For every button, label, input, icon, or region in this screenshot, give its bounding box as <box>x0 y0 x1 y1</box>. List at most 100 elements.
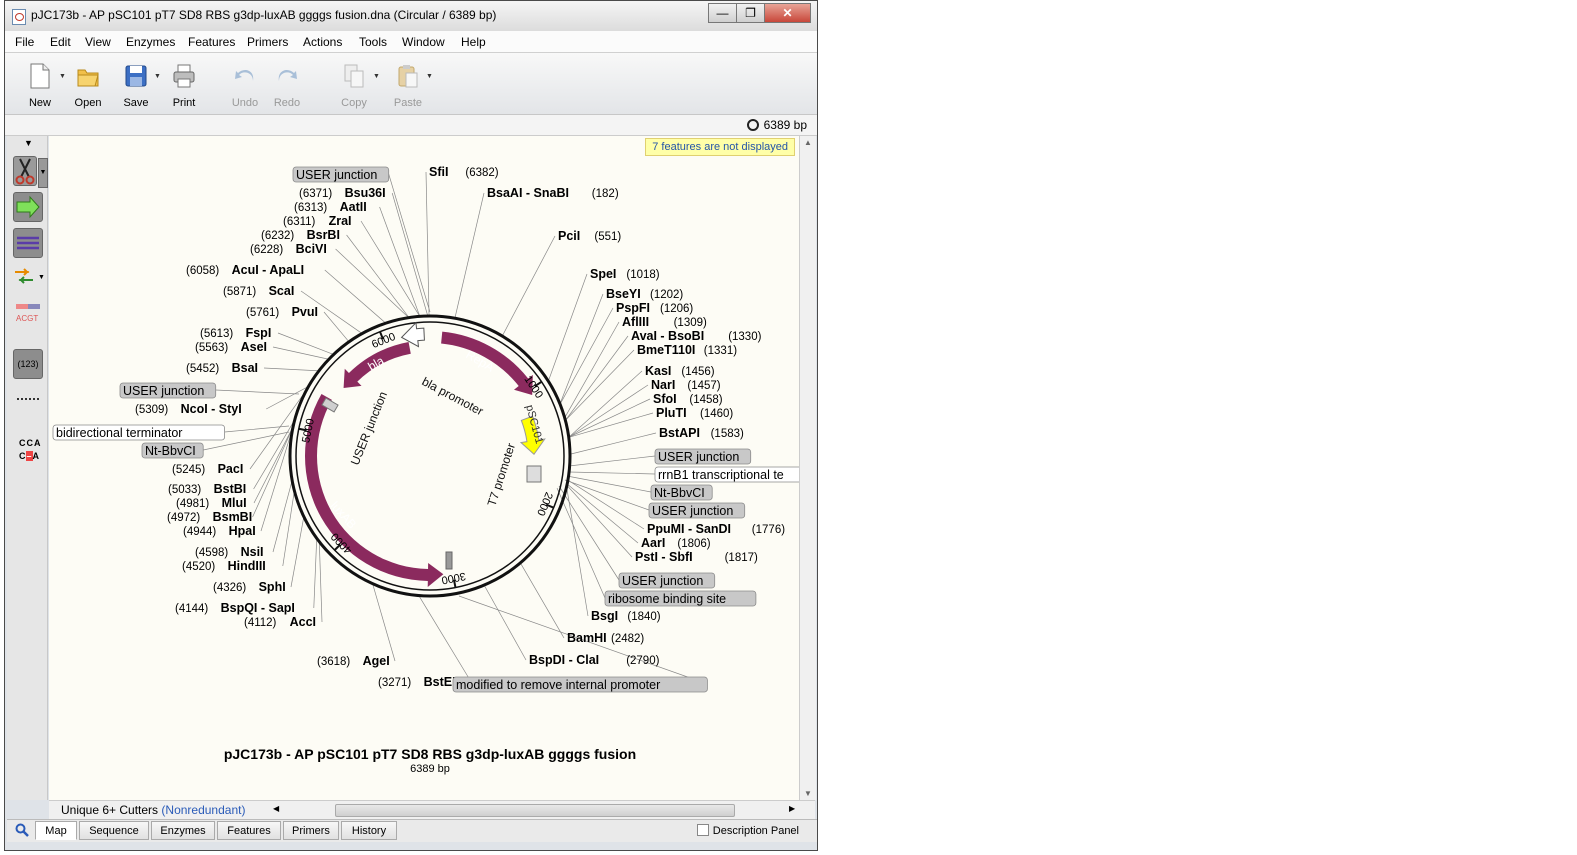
site-label[interactable]: BmeT110I (1331) <box>637 343 737 357</box>
site-label[interactable]: (5245) PacI <box>172 462 243 476</box>
copy-button[interactable]: Copy <box>331 59 377 111</box>
feature-callout[interactable]: USER junction <box>119 382 217 399</box>
site-label[interactable]: BstAPI (1583) <box>659 426 744 440</box>
site-label[interactable]: (5309) NcoI - StyI <box>135 402 242 416</box>
sidebar-collapse-icon[interactable]: ▼ <box>24 138 33 148</box>
site-label[interactable]: (3271) BstEII <box>378 675 459 689</box>
menu-edit[interactable]: Edit <box>50 35 71 49</box>
site-label[interactable]: AflIII (1309) <box>622 315 707 329</box>
menu-primers[interactable]: Primers <box>247 35 288 49</box>
site-label[interactable]: (5613) FspI <box>200 326 271 340</box>
feature-callout[interactable]: USER junction <box>618 572 716 589</box>
redo-button[interactable]: Redo <box>264 59 310 111</box>
feature-callout[interactable]: rrnB1 transcriptional te <box>654 466 799 483</box>
acgt-label[interactable]: ACGT <box>16 314 38 323</box>
site-label[interactable]: (4944) HpaI <box>183 524 256 538</box>
site-label[interactable]: BseYI (1202) <box>606 287 683 301</box>
site-label[interactable]: PstI - SbfI (1817) <box>635 550 758 564</box>
feature-callout[interactable]: bidirectional terminator <box>52 424 226 441</box>
site-label[interactable]: (4520) HindIII <box>182 559 266 573</box>
site-label[interactable]: (6313) AatII <box>294 200 367 214</box>
orfs-toggle-button[interactable] <box>13 266 35 296</box>
feature-callout[interactable]: Nt-BbvCI <box>141 442 204 459</box>
feature-callout[interactable]: USER junction <box>648 502 746 519</box>
primers-toggle-button[interactable] <box>13 228 43 258</box>
menu-view[interactable]: View <box>85 35 111 49</box>
scroll-down-icon[interactable]: ▼ <box>804 789 812 798</box>
site-label[interactable]: BsgI (1840) <box>591 609 661 623</box>
undo-button[interactable]: Undo <box>222 59 268 111</box>
feature-callout[interactable]: USER junction <box>292 166 390 183</box>
translation-bar-icon[interactable] <box>16 304 40 309</box>
menu-enzymes[interactable]: Enzymes <box>126 35 175 49</box>
description-panel-toggle[interactable]: Description Panel <box>696 824 799 837</box>
zoom-icon[interactable] <box>15 823 29 840</box>
features-toggle-button[interactable] <box>13 192 43 222</box>
sequence-bottom-strand[interactable]: C–A <box>19 451 39 461</box>
site-label[interactable]: BamHI (2482) <box>567 631 644 645</box>
copy-dropdown-icon[interactable]: ▼ <box>373 73 380 80</box>
tab-features[interactable]: Features <box>217 821 281 840</box>
site-label[interactable]: (5871) ScaI <box>223 284 294 298</box>
feature-callout[interactable]: ribosome binding site <box>604 590 757 607</box>
map-canvas[interactable]: 7 features are not displayed 1000 2000 300… <box>49 136 799 800</box>
site-label[interactable]: BspDI - ClaI (2790) <box>529 653 660 667</box>
feature-small-marker[interactable] <box>445 551 453 570</box>
paste-dropdown-icon[interactable]: ▼ <box>426 73 433 80</box>
site-label[interactable]: AarI (1806) <box>641 536 711 550</box>
site-label[interactable]: (5563) AseI <box>195 340 267 354</box>
maximize-button[interactable]: ❐ <box>736 3 765 23</box>
site-label[interactable]: SfiI (6382) <box>429 165 499 179</box>
tab-primers[interactable]: Primers <box>283 821 339 840</box>
site-label[interactable]: (5761) PvuI <box>246 305 318 319</box>
site-label[interactable]: (4112) AccI <box>244 615 316 629</box>
feature-user-junction-right[interactable] <box>526 465 542 483</box>
feature-callout[interactable]: modified to remove internal promoter <box>452 676 708 693</box>
scroll-left-icon[interactable]: ◀ <box>273 804 279 813</box>
orfs-dropdown-icon[interactable]: ▼ <box>38 274 45 281</box>
horizontal-scroll-thumb[interactable] <box>335 804 735 817</box>
site-label[interactable]: (6232) BsrBI <box>261 228 340 242</box>
feature-callout[interactable]: Nt-BbvCI <box>650 484 713 501</box>
tab-map[interactable]: Map <box>35 821 77 840</box>
menu-window[interactable]: Window <box>402 35 445 49</box>
enzyme-set-selector[interactable]: Unique 6+ Cutters (Nonredundant) <box>61 803 245 817</box>
enzymes-toggle-button[interactable] <box>13 156 37 186</box>
site-label[interactable]: SfoI (1458) <box>653 392 723 406</box>
site-label[interactable]: (6371) Bsu36I <box>299 186 386 200</box>
site-label[interactable]: (4144) BspQI - SapI <box>175 601 295 615</box>
site-label[interactable]: (3618) AgeI <box>317 654 390 668</box>
site-label[interactable]: (4598) NsiI <box>195 545 264 559</box>
menu-help[interactable]: Help <box>461 35 486 49</box>
scroll-right-icon[interactable]: ▶ <box>789 804 795 813</box>
site-label[interactable]: (5452) BsaI <box>186 361 258 375</box>
minimize-button[interactable]: — <box>708 3 737 23</box>
new-button[interactable]: New <box>17 59 63 111</box>
numbering-toggle-button[interactable]: (123) <box>13 349 43 379</box>
print-button[interactable]: Print <box>161 59 207 111</box>
enzymes-dropdown-icon[interactable]: ▼ <box>38 158 48 188</box>
site-label[interactable]: PluTI (1460) <box>656 406 733 420</box>
site-label[interactable]: (4972) BsmBI <box>167 510 252 524</box>
site-label[interactable]: KasI (1456) <box>645 364 715 378</box>
menu-file[interactable]: File <box>15 35 34 49</box>
tab-sequence[interactable]: Sequence <box>79 821 149 840</box>
description-panel-checkbox[interactable] <box>696 824 709 836</box>
hidden-features-notice[interactable]: 7 features are not displayed <box>645 138 795 156</box>
site-label[interactable]: AvaI - BsoBI (1330) <box>631 329 762 343</box>
site-label[interactable]: PspFI (1206) <box>616 301 693 315</box>
site-label[interactable]: PciI (551) <box>558 229 621 243</box>
site-label[interactable]: BsaAI - SnaBI (182) <box>487 186 619 200</box>
site-label[interactable]: (4326) SphI <box>213 580 286 594</box>
open-button[interactable]: Open <box>65 59 111 111</box>
site-label[interactable]: SpeI (1018) <box>590 267 660 281</box>
paste-button[interactable]: Paste <box>385 59 431 111</box>
tab-history[interactable]: History <box>341 821 397 840</box>
scroll-up-icon[interactable]: ▲ <box>804 138 812 147</box>
menu-tools[interactable]: Tools <box>359 35 387 49</box>
site-label[interactable]: NarI (1457) <box>651 378 721 392</box>
site-label[interactable]: (6058) AcuI - ApaLI <box>186 263 304 277</box>
site-label[interactable]: PpuMI - SanDI (1776) <box>647 522 785 536</box>
site-label[interactable]: (6228) BciVI <box>250 242 327 256</box>
save-button[interactable]: Save <box>113 59 159 111</box>
